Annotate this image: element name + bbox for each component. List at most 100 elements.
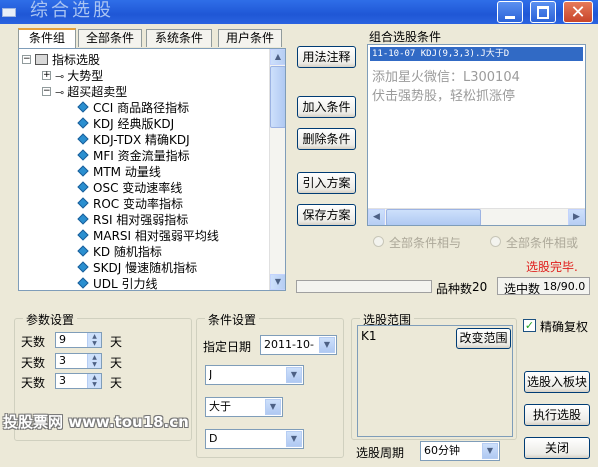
tree-item-label: MFI 资金流量指标 <box>93 149 190 163</box>
chevron-down-icon[interactable]: ▼ <box>265 399 281 415</box>
spin-arrows-icon[interactable]: ▲ ▼ <box>87 354 101 368</box>
save-plan-button[interactable]: 保存方案 <box>297 204 356 226</box>
scroll-thumb[interactable] <box>386 209 481 225</box>
tab-condition-group[interactable]: 条件组 <box>18 28 76 48</box>
usage-notes-button[interactable]: 用法注释 <box>297 46 356 68</box>
indicator-icon <box>77 101 89 113</box>
field-select[interactable]: J ▼ <box>205 365 304 385</box>
maximize-button[interactable] <box>530 1 556 23</box>
watermark: 投股票网 www.tou18.cn <box>3 413 189 431</box>
param-label-2: 天数 <box>21 356 46 370</box>
period-select[interactable]: 60分钟 ▼ <box>420 441 500 461</box>
tree-item[interactable]: ROC 变动率指标 <box>77 196 183 212</box>
add-to-block-button[interactable]: 选股入板块 <box>524 371 590 393</box>
chevron-down-icon[interactable]: ▼ <box>286 367 302 383</box>
run-selection-button[interactable]: 执行选股 <box>524 404 590 426</box>
tab-system-conditions[interactable]: 系统条件 <box>146 29 212 47</box>
tree-item-label: KD 随机指标 <box>93 245 162 259</box>
window-title: 综合选股 <box>30 0 114 21</box>
tree-item-label: RSI 相对强弱指标 <box>93 213 189 227</box>
indicator-icon <box>77 181 89 193</box>
tree-item[interactable]: OSC 变动速率线 <box>77 180 183 196</box>
chevron-down-icon[interactable]: ▼ <box>319 337 335 353</box>
compare-select[interactable]: D ▼ <box>205 429 304 449</box>
tree-item[interactable]: UDL 引力线 <box>77 276 158 291</box>
key-icon: ⊸ <box>55 86 65 99</box>
tree-item[interactable]: CCI 商品路径指标 <box>77 100 190 116</box>
scroll-left-icon[interactable]: ◀ <box>368 209 385 225</box>
param-spin-3[interactable]: 3 ▲ ▼ <box>55 373 102 389</box>
tree-item-label: MARSI 相对强弱平均线 <box>93 229 219 243</box>
tree-vertical-scrollbar[interactable]: ▲ ▼ <box>269 49 285 290</box>
condition-horizontal-scrollbar[interactable]: ◀ ▶ <box>368 208 585 225</box>
tab-all-conditions[interactable]: 全部条件 <box>78 29 142 47</box>
chevron-down-icon[interactable]: ▼ <box>482 443 498 459</box>
condition-list[interactable]: 11-10-07 KDJ(9,3,3).J大于D 添加星火微信：L300104 … <box>367 44 586 226</box>
expand-toggle-icon[interactable]: + <box>42 71 51 80</box>
scroll-right-icon[interactable]: ▶ <box>568 209 585 225</box>
all-or-radio[interactable] <box>490 236 501 247</box>
indicator-icon <box>77 117 89 129</box>
indicator-icon <box>77 133 89 145</box>
date-value: 2011-10- <box>264 338 314 351</box>
ad-line-2: 伏击强势股，轻松抓涨停 <box>372 89 516 104</box>
param-value-1: 9 <box>59 333 66 346</box>
tree-item[interactable]: MARSI 相对强弱平均线 <box>77 228 219 244</box>
indicator-icon <box>77 229 89 241</box>
scroll-down-icon[interactable]: ▼ <box>270 274 285 290</box>
change-range-button[interactable]: 改变范围 <box>456 328 511 349</box>
param-value-2: 3 <box>59 354 66 367</box>
operator-value: 大于 <box>209 400 231 413</box>
count-value: 20 <box>472 280 488 294</box>
param-unit-3: 天 <box>110 376 123 390</box>
delete-condition-button[interactable]: 删除条件 <box>297 128 356 150</box>
tree-item-label: UDL 引力线 <box>93 277 158 291</box>
tree-item[interactable]: KD 随机指标 <box>77 244 162 260</box>
scroll-thumb[interactable] <box>270 66 285 128</box>
exact-restore-label: 精确复权 <box>540 320 589 334</box>
param-spin-2[interactable]: 3 ▲ ▼ <box>55 353 102 369</box>
param-value-3: 3 <box>59 374 66 387</box>
indicator-icon <box>77 245 89 257</box>
date-picker[interactable]: 2011-10- ▼ <box>260 335 337 355</box>
minimize-button[interactable] <box>497 1 523 23</box>
exact-restore-checkbox[interactable]: ✓ <box>523 319 536 332</box>
tree-item[interactable]: RSI 相对强弱指标 <box>77 212 189 228</box>
tree-item[interactable]: KDJ 经典版KDJ <box>77 116 174 132</box>
indicator-icon <box>77 213 89 225</box>
field-value: J <box>209 368 213 381</box>
condition-item-selected[interactable]: 11-10-07 KDJ(9,3,3).J大于D <box>370 47 583 61</box>
operator-select[interactable]: 大于 ▼ <box>205 397 283 417</box>
tab-user-conditions[interactable]: 用户条件 <box>218 29 282 47</box>
close-window-button[interactable]: ✕ <box>563 1 593 23</box>
tree-item[interactable]: KDJ-TDX 精确KDJ <box>77 132 190 148</box>
tree-item[interactable]: SKDJ 慢速随机指标 <box>77 260 197 276</box>
condition-tree[interactable]: − 指标选股 + ⊸ 大势型 − ⊸ 超买超卖型 CCI 商品路径指标 KDJ 经典… <box>18 48 286 291</box>
conditions-title: 组合选股条件 <box>369 30 442 44</box>
chevron-down-icon[interactable]: ▼ <box>286 431 302 447</box>
key-icon: ⊸ <box>55 70 65 83</box>
date-label: 指定日期 <box>203 340 252 354</box>
tree-item[interactable]: MFI 资金流量指标 <box>77 148 190 164</box>
add-condition-button[interactable]: 加入条件 <box>297 96 356 118</box>
tree-item[interactable]: MTM 动量线 <box>77 164 161 180</box>
close-button[interactable]: 关闭 <box>524 437 590 459</box>
scroll-up-icon[interactable]: ▲ <box>270 49 285 65</box>
all-or-label: 全部条件相或 <box>506 236 579 250</box>
indicator-icon <box>77 149 89 161</box>
collapse-toggle-icon[interactable]: − <box>42 87 51 96</box>
status-done: 选股完毕. <box>526 260 578 274</box>
indicator-icon <box>77 197 89 209</box>
count-label: 品种数 <box>436 282 473 296</box>
tree-item-label: OSC 变动速率线 <box>93 181 183 195</box>
spin-arrows-icon[interactable]: ▲ ▼ <box>87 333 101 347</box>
param-spin-1[interactable]: 9 ▲ ▼ <box>55 332 102 348</box>
tree-group-label: 超买超卖型 <box>67 85 128 99</box>
collapse-toggle-icon[interactable]: − <box>22 55 31 64</box>
progress-bar <box>296 280 432 293</box>
all-and-radio[interactable] <box>373 236 384 247</box>
spin-arrows-icon[interactable]: ▲ ▼ <box>87 374 101 388</box>
tree-item-label: CCI 商品路径指标 <box>93 101 190 115</box>
param-label-1: 天数 <box>21 335 46 349</box>
import-plan-button[interactable]: 引入方案 <box>297 172 356 194</box>
